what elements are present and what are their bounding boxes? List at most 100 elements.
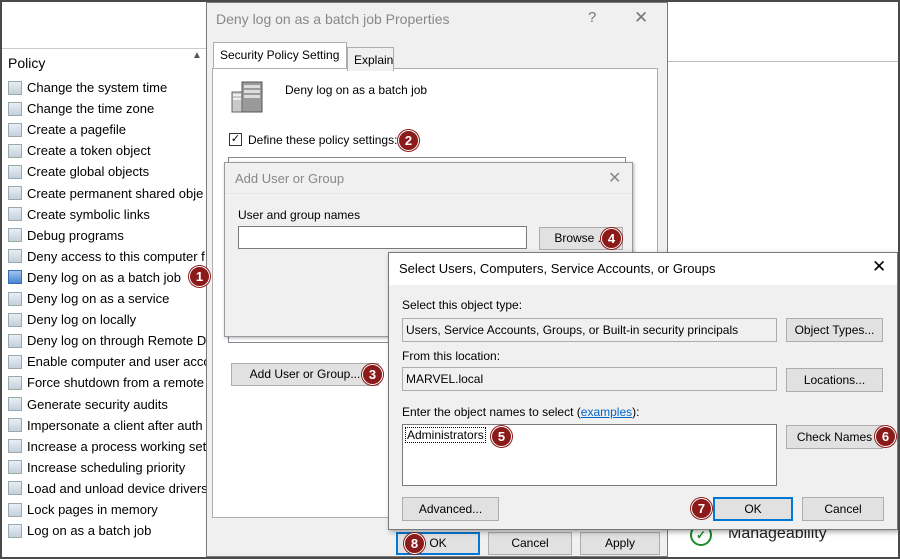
- policy-list-item[interactable]: Generate security audits: [8, 394, 208, 415]
- policy-list-item[interactable]: Create a token object: [8, 140, 208, 161]
- add-user-or-group-title: Add User or Group: [235, 171, 345, 186]
- policy-icon: [8, 164, 22, 179]
- policy-list-item[interactable]: Increase scheduling priority: [8, 457, 208, 478]
- locations-button[interactable]: Locations...: [786, 368, 883, 392]
- callout-badge-2: 2: [398, 130, 419, 151]
- policy-icon: [8, 228, 22, 243]
- close-icon[interactable]: ✕: [872, 257, 886, 277]
- policy-item-label: Create permanent shared obje: [27, 185, 204, 201]
- help-button[interactable]: ?: [588, 9, 596, 26]
- policy-icon: [8, 375, 22, 390]
- close-icon[interactable]: ✕: [634, 8, 648, 28]
- policy-icon: [8, 80, 22, 95]
- policy-list-item[interactable]: Deny log on as a service: [8, 288, 208, 309]
- object-names-label: Enter the object names to select (exampl…: [402, 405, 639, 419]
- policy-item-label: Deny log on locally: [27, 312, 137, 328]
- properties-dialog-title: Deny log on as a batch job Properties: [216, 11, 450, 27]
- policy-list-item[interactable]: Change the system time: [8, 77, 208, 98]
- policy-icon: [8, 312, 22, 327]
- policy-item-label: Load and unload device drivers: [27, 480, 208, 496]
- properties-apply-button[interactable]: Apply: [580, 532, 660, 555]
- policy-list-item[interactable]: Create symbolic links: [8, 204, 208, 225]
- policy-item-label: Force shutdown from a remote: [27, 375, 205, 391]
- policy-item-label: Deny log on through Remote D: [27, 333, 207, 349]
- location-label: From this location:: [402, 349, 501, 363]
- policy-item-label: Deny log on as a service: [27, 291, 170, 306]
- tab-explain[interactable]: Explain: [347, 47, 394, 71]
- policy-list-item[interactable]: Change the time zone: [8, 98, 208, 119]
- scroll-up-icon[interactable]: ▲: [192, 50, 202, 61]
- policy-icon: [8, 101, 22, 116]
- policy-item-label: Increase a process working set: [27, 438, 207, 454]
- policy-icon: [8, 122, 22, 137]
- policy-item-label: Debug programs: [27, 227, 124, 243]
- policy-item-label: Increase scheduling priority: [27, 459, 186, 475]
- check-names-button[interactable]: Check Names: [786, 425, 883, 449]
- policy-list-item[interactable]: Load and unload device drivers: [8, 478, 208, 499]
- policy-list-item[interactable]: Log on as a batch job: [8, 520, 208, 541]
- examples-link[interactable]: examples: [581, 405, 632, 419]
- policy-item-label: Lock pages in memory: [27, 502, 158, 517]
- select-ok-button[interactable]: OK: [713, 497, 793, 521]
- policy-list-item[interactable]: Impersonate a client after auth: [8, 415, 208, 436]
- policy-icon: [8, 291, 22, 306]
- policy-icon: [8, 523, 22, 538]
- policy-list-item[interactable]: Increase a process working set: [8, 436, 208, 457]
- policy-item-label: Impersonate a client after auth: [27, 417, 203, 433]
- policy-list-item[interactable]: Lock pages in memory: [8, 499, 208, 520]
- user-group-names-input[interactable]: [238, 226, 527, 249]
- policy-icon: [8, 249, 22, 264]
- policy-icon: [8, 333, 22, 348]
- policy-icon: [8, 418, 22, 433]
- title-divider: [225, 193, 632, 194]
- policy-list-item[interactable]: Create global objects: [8, 161, 208, 182]
- policy-list-item[interactable]: Enable computer and user acco: [8, 351, 208, 372]
- policy-item-label: Deny access to this computer f: [27, 248, 205, 264]
- policy-item-label: Enable computer and user acco: [27, 354, 208, 370]
- object-names-label-prefix: Enter the object names to select (: [402, 405, 581, 419]
- tab-security-policy-setting[interactable]: Security Policy Setting: [213, 42, 347, 68]
- location-field: MARVEL.local: [402, 367, 777, 391]
- callout-badge-8: 8: [404, 533, 425, 554]
- policy-list-item[interactable]: Deny log on through Remote D: [8, 330, 208, 351]
- select-cancel-button[interactable]: Cancel: [802, 497, 884, 521]
- policy-icon: [8, 439, 22, 454]
- advanced-button[interactable]: Advanced...: [402, 497, 499, 521]
- policy-item-label: Deny log on as a batch job: [27, 269, 181, 285]
- policy-icon: [8, 460, 22, 475]
- policy-list-item[interactable]: Force shutdown from a remote: [8, 372, 208, 393]
- policy-item-label: Log on as a batch job: [27, 523, 152, 539]
- callout-badge-4: 4: [601, 228, 622, 249]
- policy-item-label: Change the time zone: [27, 101, 155, 117]
- policy-icon: [8, 481, 22, 496]
- callout-badge-7: 7: [691, 498, 712, 519]
- policy-column-header[interactable]: Policy: [8, 55, 45, 71]
- close-icon[interactable]: ✕: [608, 168, 621, 188]
- policy-item-label: Create symbolic links: [27, 206, 150, 222]
- user-group-names-label: User and group names: [238, 208, 361, 222]
- policy-icon: [8, 143, 22, 158]
- policy-item-label: Create a token object: [27, 143, 151, 159]
- policy-list-item[interactable]: Deny access to this computer f: [8, 246, 208, 267]
- object-types-button[interactable]: Object Types...: [786, 318, 883, 342]
- policy-item-label: Generate security audits: [27, 396, 168, 412]
- policy-item-label: Create global objects: [27, 164, 150, 180]
- policy-item-label: Change the system time: [27, 80, 168, 95]
- define-settings-checkbox[interactable]: ✓: [229, 133, 242, 146]
- policy-icon: [8, 270, 22, 285]
- object-names-label-suffix: ):: [632, 405, 640, 419]
- right-header-area: [668, 2, 898, 62]
- policy-list-item[interactable]: Deny log on as a batch job: [8, 267, 208, 288]
- server-icon: [231, 81, 263, 113]
- policy-list-item[interactable]: Create permanent shared obje: [8, 183, 208, 204]
- policy-list-item[interactable]: Deny log on locally: [8, 309, 208, 330]
- add-user-or-group-button[interactable]: Add User or Group...: [231, 363, 379, 386]
- policy-icon: [8, 186, 22, 200]
- callout-badge-3: 3: [362, 364, 383, 385]
- select-users-title: Select Users, Computers, Service Account…: [399, 261, 716, 276]
- policy-item-label: Create a pagefile: [27, 122, 127, 138]
- properties-cancel-button[interactable]: Cancel: [488, 532, 572, 555]
- object-type-label: Select this object type:: [402, 298, 523, 312]
- policy-list-item[interactable]: Debug programs: [8, 225, 208, 246]
- policy-list-item[interactable]: Create a pagefile: [8, 119, 208, 140]
